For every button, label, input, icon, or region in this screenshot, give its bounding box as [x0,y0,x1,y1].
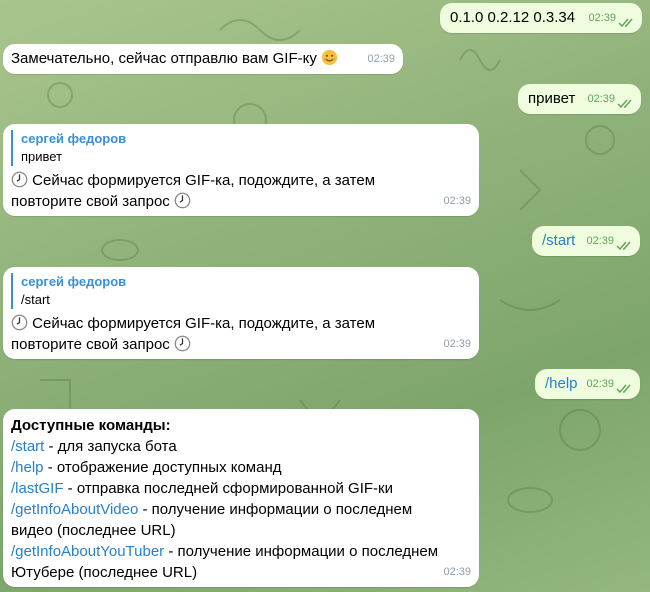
command-row: /lastGIF - отправка последней сформирова… [11,480,393,497]
command-row: /help - отображение доступных команд [11,459,282,476]
reply-author: сергей федоров [21,274,127,289]
command-link[interactable]: /lastGIF [11,480,64,497]
command-link[interactable]: /start [542,230,575,251]
outgoing-message[interactable]: /start 02:39 [532,226,640,256]
outgoing-message[interactable]: 0.1.0 0.2.12 0.3.34 02:39 [440,3,642,33]
incoming-message[interactable]: сергей федоров /start Сейчас формируется… [3,267,479,359]
message-text: привет [528,90,576,107]
smiling-face-emoji [321,49,338,66]
incoming-message[interactable]: Замечательно, сейчас отправлю вам GIF-ку… [3,44,403,74]
message-text: Замечательно, сейчас отправлю вам GIF-ку [11,48,338,69]
message-time: 02:39 [586,235,614,247]
double-check-icon [616,241,631,251]
command-link[interactable]: /help [545,373,578,394]
command-row: /getInfoAboutVideo - получение информаци… [11,501,413,539]
message-time: 02:39 [443,195,471,207]
message-time: 02:39 [443,338,471,350]
help-title: Доступные команды: [11,417,171,434]
command-link[interactable]: /help [11,459,44,476]
reply-text: /start [21,292,50,307]
message-text: 0.1.0 0.2.12 0.3.34 [450,9,576,26]
reply-text: привет [21,149,63,164]
incoming-message[interactable]: сергей федоров привет Сейчас формируется… [3,124,479,216]
message-text: Сейчас формируется GIF-ка, подождите, а … [11,314,376,353]
reply-quote[interactable]: сергей федоров /start [11,273,471,309]
command-row: /getInfoAboutYouTuber - получение информ… [11,543,439,581]
reply-author: сергей федоров [21,131,127,146]
message-time: 02:39 [367,53,395,65]
message-time: 02:39 [588,12,616,24]
incoming-message[interactable]: Доступные команды: /start - для запуска … [3,409,479,587]
outgoing-message[interactable]: привет 02:39 [518,84,641,114]
message-time: 02:39 [586,378,614,390]
double-check-icon [618,18,633,28]
clock-icon [174,192,191,209]
clock-icon [174,335,191,352]
clock-icon [11,171,28,188]
reply-quote[interactable]: сергей федоров привет [11,130,471,166]
command-link[interactable]: /start [11,438,44,455]
command-link[interactable]: /getInfoAboutVideo [11,501,138,518]
double-check-icon [616,384,631,394]
message-time: 02:39 [443,566,471,578]
message-time: 02:39 [587,93,615,105]
message-text: Сейчас формируется GIF-ка, подождите, а … [11,171,376,210]
command-row: /start - для запуска бота [11,438,177,455]
command-link[interactable]: /getInfoAboutYouTuber [11,543,164,560]
clock-icon [11,314,28,331]
outgoing-message[interactable]: /help 02:39 [535,369,640,399]
double-check-icon [617,99,632,109]
